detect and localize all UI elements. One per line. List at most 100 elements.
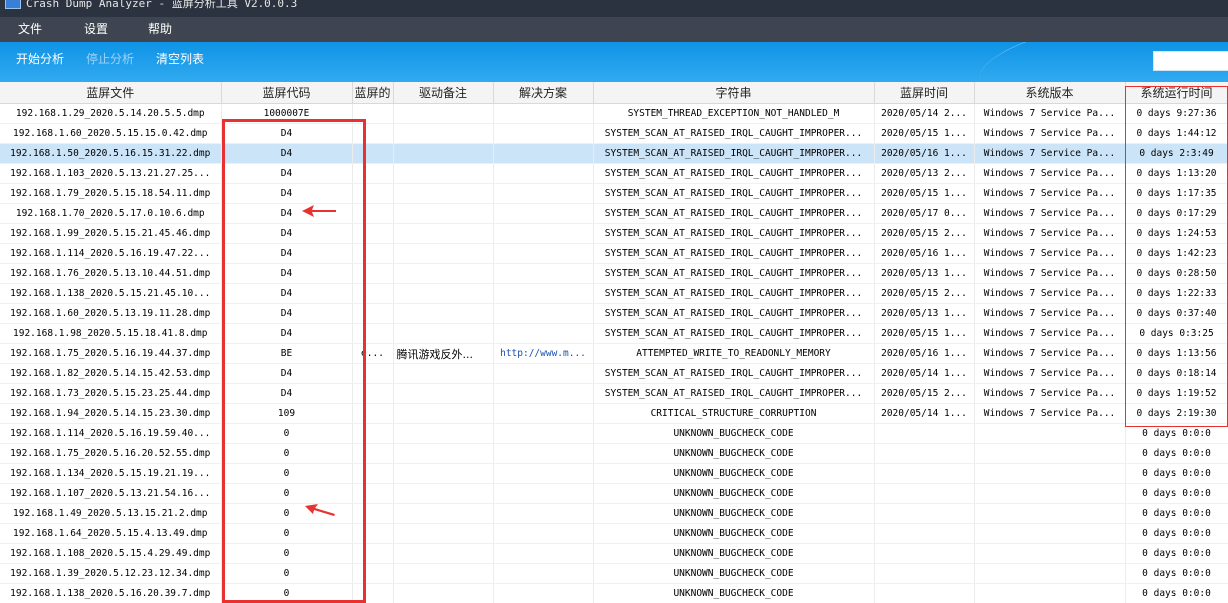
cell-string: UNKNOWN_BUGCHECK_CODE (593, 523, 875, 544)
cell-solution (493, 323, 594, 344)
cell-time: 2020/05/14 1... (874, 363, 975, 384)
cell-uptime: 0 days 0:0:0 (1125, 443, 1228, 464)
cell-os: Windows 7 Service Pa... (974, 103, 1126, 124)
cell-solution (493, 203, 594, 224)
col-header-file[interactable]: 蓝屏文件 (0, 82, 222, 104)
col-header-string[interactable]: 字符串 (593, 82, 875, 104)
cell-string: SYSTEM_SCAN_AT_RAISED_IRQL_CAUGHT_IMPROP… (593, 143, 875, 164)
cell-os: Windows 7 Service Pa... (974, 203, 1126, 224)
cell-code: D4 (221, 223, 353, 244)
cell-solution (493, 143, 594, 164)
cell-code: 0 (221, 523, 353, 544)
cell-solution (493, 223, 594, 244)
table-row[interactable]: 192.168.1.108_2020.5.15.4.29.49.dmp 0 UNKN… (0, 543, 1228, 564)
table-row[interactable]: 192.168.1.73_2020.5.15.23.25.44.dmp D4 SYS… (0, 383, 1228, 404)
cell-uptime: 0 days 0:28:50 (1125, 263, 1228, 284)
cell-driver: 腾讯游戏反外... (393, 343, 494, 364)
cell-string: SYSTEM_SCAN_AT_RAISED_IRQL_CAUGHT_IMPROP… (593, 363, 875, 384)
cell-uptime: 0 days 0:3:25 (1125, 323, 1228, 344)
start-analysis-button[interactable]: 开始分析 (16, 51, 64, 67)
cell-driver (393, 303, 494, 324)
table-row[interactable]: 192.168.1.134_2020.5.15.19.21.19... 0 UNKN… (0, 463, 1228, 484)
table-row[interactable]: 192.168.1.99_2020.5.15.21.45.46.dmp D4 SYS… (0, 223, 1228, 244)
cell-os: Windows 7 Service Pa... (974, 343, 1126, 364)
cell-driver (393, 223, 494, 244)
table-row[interactable]: 192.168.1.50_2020.5.16.15.31.22.dmp D4 SYS… (0, 143, 1228, 164)
cell-solution (493, 263, 594, 284)
cell-code: 0 (221, 583, 353, 603)
col-header-os[interactable]: 系统版本 (974, 82, 1126, 104)
cell-solution (493, 403, 594, 424)
table-row[interactable]: 192.168.1.39_2020.5.12.23.12.34.dmp 0 UNKN… (0, 563, 1228, 584)
table-row[interactable]: 192.168.1.29_2020.5.14.20.5.5.dmp 1000007… (0, 103, 1228, 124)
table-row[interactable]: 192.168.1.75_2020.5.16.19.44.37.dmp BE e..… (0, 343, 1228, 364)
cell-solution (493, 123, 594, 144)
cell-solution (493, 283, 594, 304)
cell-time: 2020/05/17 0... (874, 203, 975, 224)
table-row[interactable]: 192.168.1.138_2020.5.15.21.45.10... D4 SYS… (0, 283, 1228, 304)
menu-help[interactable]: 帮助 (148, 21, 172, 37)
cell-time (874, 483, 975, 504)
table-row[interactable]: 192.168.1.49_2020.5.13.15.21.2.dmp 0 UNKNO… (0, 503, 1228, 524)
cell-blue (352, 423, 394, 444)
cell-blue (352, 503, 394, 524)
cell-solution (493, 503, 594, 524)
cell-file: 192.168.1.94_2020.5.14.15.23.30.dmp (0, 403, 222, 424)
col-header-driver[interactable]: 驱动备注 (393, 82, 494, 104)
col-header-uptime[interactable]: 系统运行时间 (1125, 82, 1228, 104)
table-row[interactable]: 192.168.1.138_2020.5.16.20.39.7.dmp 0 UNKN… (0, 583, 1228, 603)
cell-driver (393, 423, 494, 444)
cell-file: 192.168.1.29_2020.5.14.20.5.5.dmp (0, 103, 222, 124)
menu-settings[interactable]: 设置 (84, 21, 108, 37)
cell-file: 192.168.1.107_2020.5.13.21.54.16... (0, 483, 222, 504)
table-row[interactable]: 192.168.1.75_2020.5.16.20.52.55.dmp 0 UNKN… (0, 443, 1228, 464)
cell-blue (352, 143, 394, 164)
table-row[interactable]: 192.168.1.114_2020.5.16.19.47.22... D4 SYS… (0, 243, 1228, 264)
table-row[interactable]: 192.168.1.114_2020.5.16.19.59.40... 0 UNKN… (0, 423, 1228, 444)
table-row[interactable]: 192.168.1.76_2020.5.13.10.44.51.dmp D4 SYS… (0, 263, 1228, 284)
table-row[interactable]: 192.168.1.60_2020.5.15.15.0.42.dmp D4 SYST… (0, 123, 1228, 144)
col-header-blue[interactable]: 蓝屏的 (352, 82, 394, 104)
cell-file: 192.168.1.138_2020.5.16.20.39.7.dmp (0, 583, 222, 603)
search-input[interactable] (1153, 51, 1228, 71)
cell-driver (393, 123, 494, 144)
cell-time: 2020/05/15 1... (874, 123, 975, 144)
cell-driver (393, 383, 494, 404)
cell-string: SYSTEM_SCAN_AT_RAISED_IRQL_CAUGHT_IMPROP… (593, 203, 875, 224)
table-row[interactable]: 192.168.1.64_2020.5.15.4.13.49.dmp 0 UNKNO… (0, 523, 1228, 544)
table-row[interactable]: 192.168.1.107_2020.5.13.21.54.16... 0 UNKN… (0, 483, 1228, 504)
cell-driver (393, 283, 494, 304)
stop-analysis-button[interactable]: 停止分析 (86, 51, 134, 67)
cell-time: 2020/05/15 1... (874, 183, 975, 204)
table-row[interactable]: 192.168.1.82_2020.5.14.15.42.53.dmp D4 SYS… (0, 363, 1228, 384)
cell-solution (493, 583, 594, 603)
cell-os: Windows 7 Service Pa... (974, 163, 1126, 184)
cell-file: 192.168.1.114_2020.5.16.19.47.22... (0, 243, 222, 264)
table-row[interactable]: 192.168.1.70_2020.5.17.0.10.6.dmp D4 SYSTE… (0, 203, 1228, 224)
cell-time (874, 503, 975, 524)
col-header-code[interactable]: 蓝屏代码 (221, 82, 353, 104)
cell-blue (352, 263, 394, 284)
col-header-solution[interactable]: 解决方案 (493, 82, 594, 104)
cell-time (874, 563, 975, 584)
menu-bar: 文件 设置 帮助 (0, 17, 1228, 42)
cell-code: 1000007E (221, 103, 353, 124)
clear-list-button[interactable]: 清空列表 (156, 51, 204, 67)
cell-driver (393, 163, 494, 184)
table-row[interactable]: 192.168.1.98_2020.5.15.18.41.8.dmp D4 SYST… (0, 323, 1228, 344)
cell-solution (493, 543, 594, 564)
cell-file: 192.168.1.138_2020.5.15.21.45.10... (0, 283, 222, 304)
cell-time: 2020/05/16 1... (874, 343, 975, 364)
table-row[interactable]: 192.168.1.103_2020.5.13.21.27.25... D4 SYS… (0, 163, 1228, 184)
col-header-time[interactable]: 蓝屏时间 (874, 82, 975, 104)
cell-uptime: 0 days 0:17:29 (1125, 203, 1228, 224)
table-row[interactable]: 192.168.1.94_2020.5.14.15.23.30.dmp 109 CR… (0, 403, 1228, 424)
cell-code: D4 (221, 303, 353, 324)
table-row[interactable]: 192.168.1.60_2020.5.13.19.11.28.dmp D4 SYS… (0, 303, 1228, 324)
cell-driver (393, 523, 494, 544)
cell-driver (393, 323, 494, 344)
menu-file[interactable]: 文件 (18, 21, 42, 37)
table-row[interactable]: 192.168.1.79_2020.5.15.18.54.11.dmp D4 SYS… (0, 183, 1228, 204)
cell-solution (493, 523, 594, 544)
cell-os: Windows 7 Service Pa... (974, 403, 1126, 424)
